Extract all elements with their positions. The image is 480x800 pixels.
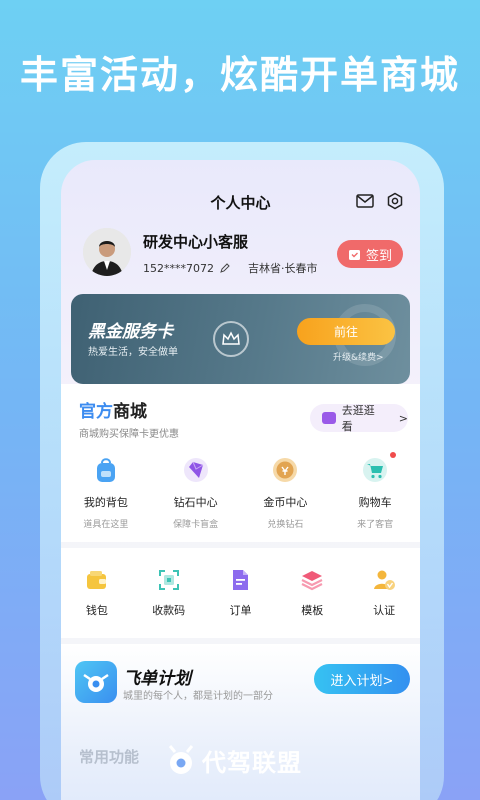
stroll-label: 去逛逛看 [341,404,375,433]
shop-grid: 我的背包 道具在这里 钻石中心 保障卡盲盒 金币中心 兑换钻石 购物车 来了客官 [61,452,420,530]
shop-title-part2: 商城 [113,402,147,422]
shop-item-label: 购物车 [358,496,392,509]
calendar-icon [348,249,360,260]
promo-headline: 丰富活动，炫酷开单商城 [19,53,460,97]
user-location: 吉林省·长春市 [248,262,318,275]
user-phone: 152****7072 [143,261,214,275]
shop-item-label: 金币中心 [263,496,308,509]
shop-item-diamond[interactable]: 钻石中心 保障卡盲盒 [151,456,241,530]
shop-subtitle: 商城购买保障卡更优惠 [79,429,179,440]
tool-orders[interactable]: 订单 [205,568,277,618]
brand-name: 代驾联盟 [202,748,302,777]
settings-icon[interactable] [386,192,404,210]
notification-dot [390,452,397,458]
brand-footer: 代驾联盟 [166,742,302,778]
profile-section: 研发中心小客服 152****7072 吉林省·长春市 签到 [83,228,403,282]
checkin-button[interactable]: 签到 [337,240,403,268]
shop-title: 官方商城 [79,397,147,422]
shop-item-label: 我的背包 [83,496,128,509]
user-name: 研发中心小客服 [143,233,249,251]
cart-icon [363,458,388,482]
common-functions-title: 常用功能 [79,748,140,766]
vip-subtitle: 热爱生活，安全做单 [88,347,178,358]
backpack-icon [96,458,115,482]
shop-item-desc: 兑换钻石 [267,520,304,530]
app-screen: 个人中心 研发中心小客服 152****7072 吉林省·长春市 签到 黑金服务… [61,160,420,800]
checkin-label: 签到 [365,248,392,264]
shop-item-backpack[interactable]: 我的背包 道具在这里 [61,456,151,530]
user-meta: 152****7072 吉林省·长春市 [143,260,318,276]
coin-icon [273,458,298,482]
shop-bag-icon [322,412,336,424]
template-icon [301,571,323,591]
shop-item-desc: 保障卡盲盒 [173,520,219,530]
avatar[interactable] [83,228,131,276]
wallet-icon [86,571,106,589]
tool-label: 钱包 [85,604,108,617]
shop-item-desc: 来了客官 [357,520,394,530]
upgrade-link[interactable]: 升级&续费> [333,350,384,363]
plan-subtitle: 城里的每个人，都是计划的一部分 [123,691,273,702]
official-shop-panel: 官方商城 商城购买保障卡更优惠 去逛逛看 > 我的背包 道具在这里 钻石中心 保… [61,384,420,542]
order-icon [233,570,249,590]
shop-item-desc: 道具在这里 [83,520,129,530]
plan-title: 飞单计划 [123,669,191,689]
shop-item-coin[interactable]: 金币中心 兑换钻石 [241,456,331,530]
vip-goto-button[interactable]: 前往 [297,318,395,345]
verify-icon [374,570,396,590]
tool-qr-code[interactable]: 收款码 [133,568,205,618]
tool-templates[interactable]: 模板 [276,568,348,618]
top-bar: 个人中心 [61,190,420,214]
shop-item-label: 钻石中心 [173,496,218,509]
tools-grid: 钱包 收款码 订单 模板 认证 [61,568,420,618]
shop-item-cart[interactable]: 购物车 来了客官 [330,452,420,530]
crown-icon [213,321,249,357]
edit-icon[interactable] [220,263,230,273]
enter-plan-button[interactable]: 进入计划> [314,664,410,694]
tool-wallet[interactable]: 钱包 [61,568,133,618]
stroll-button[interactable]: 去逛逛看 > [310,404,408,433]
avatar-person-icon [83,228,131,276]
tool-label: 收款码 [152,604,186,617]
chevron-right-icon: > [398,411,408,425]
plan-logo-icon [75,661,117,703]
tool-verify[interactable]: 认证 [348,568,420,618]
brand-logo-icon [168,745,194,774]
tool-label: 订单 [229,604,252,617]
tool-label: 认证 [373,604,396,617]
mail-icon[interactable] [356,194,374,208]
shop-title-part1: 官方 [79,402,113,422]
vip-title: 黑金服务卡 [88,322,173,342]
tool-label: 模板 [301,604,324,617]
qr-code-icon [158,570,179,590]
tools-panel: 钱包 收款码 订单 模板 认证 [61,548,420,638]
vip-card[interactable]: 黑金服务卡 热爱生活，安全做单 前往 升级&续费> [71,294,410,384]
diamond-icon [183,458,208,482]
